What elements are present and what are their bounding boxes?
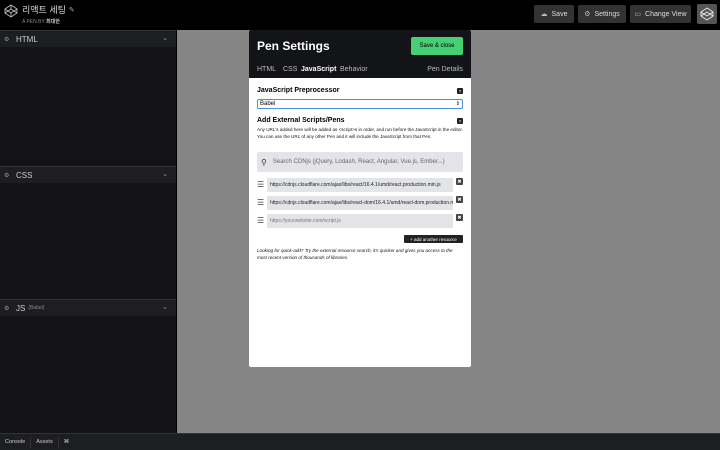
pen-title[interactable]: 리액트 세팅 — [22, 3, 66, 16]
drag-handle-icon[interactable]: ☰ — [257, 216, 264, 225]
shortcuts-button[interactable]: ⌘ — [57, 436, 75, 448]
resource-row: ☰ https://yourwebsite.com/script.js ✖ — [257, 214, 463, 228]
assets-button[interactable]: Assets — [30, 436, 58, 448]
gear-icon[interactable]: ⚙ — [4, 305, 12, 312]
html-panel-label: HTML — [16, 34, 38, 44]
html-editor-panel: ⚙ HTML ⌄ — [0, 30, 176, 167]
editor-column: ⚙ HTML ⌄ ⚙ CSS ⌄ ⚙ JS (Babel) ⌄ — [0, 30, 176, 434]
save-button-label: Save — [551, 10, 568, 18]
css-editor-panel: ⚙ CSS ⌄ — [0, 166, 176, 300]
css-code-area[interactable] — [0, 183, 176, 300]
modal-title: Pen Settings — [257, 39, 330, 53]
drag-handle-icon[interactable]: ☰ — [257, 180, 264, 189]
search-input[interactable]: Search CDNjs (jQuery, Lodash, React, Ang… — [273, 159, 445, 165]
gear-icon: ⚙ — [584, 11, 591, 18]
external-scripts-title: Add External Scripts/Pens — [257, 117, 345, 124]
js-preprocessor-label: (Babel) — [28, 305, 45, 311]
resource-url-input[interactable]: https://yourwebsite.com/script.js — [267, 214, 453, 228]
tab-behavior[interactable]: Behavior — [340, 66, 368, 73]
top-header: 리액트 세팅 ✎ A PEN BY 최대한 ☁ Save ⚙ Settings … — [0, 0, 720, 30]
chevron-down-icon[interactable]: ⌄ — [162, 170, 168, 178]
js-panel-label: JS — [16, 303, 26, 313]
help-icon[interactable]: ? — [457, 88, 463, 94]
resource-row: ☰ https://cdnjs.cloudflare.com/ajax/libs… — [257, 178, 463, 192]
gear-icon[interactable]: ⚙ — [4, 36, 12, 43]
change-view-button[interactable]: ▭ Change View — [630, 5, 691, 23]
footer-bar: Console Assets ⌘ — [0, 433, 720, 450]
remove-resource-button[interactable]: ✖ — [456, 178, 463, 185]
codepen-logo-icon[interactable] — [4, 4, 18, 18]
remove-resource-button[interactable]: ✖ — [456, 214, 463, 221]
remove-resource-button[interactable]: ✖ — [456, 196, 463, 203]
tab-css[interactable]: CSS — [283, 66, 297, 73]
add-resource-button[interactable]: + add another resource — [404, 235, 463, 243]
chevron-down-icon[interactable]: ⌄ — [162, 34, 168, 42]
html-panel-header: ⚙ HTML ⌄ — [0, 31, 176, 47]
pen-settings-modal: Pen Settings Save & close HTML CSS JavaS… — [249, 30, 471, 367]
chevron-down-icon[interactable]: ⌄ — [162, 303, 168, 311]
modal-header: Pen Settings Save & close HTML CSS JavaS… — [249, 30, 471, 78]
preprocessor-title: JavaScript Preprocessor — [257, 87, 340, 94]
drag-handle-icon[interactable]: ☰ — [257, 198, 264, 207]
css-panel-label: CSS — [16, 170, 33, 180]
resource-url-input[interactable]: https://cdnjs.cloudflare.com/ajax/libs/r… — [267, 196, 453, 210]
pen-title-area: 리액트 세팅 ✎ A PEN BY 최대한 — [22, 3, 75, 25]
gear-icon[interactable]: ⚙ — [4, 172, 12, 179]
js-editor-panel: ⚙ JS (Babel) ⌄ — [0, 299, 176, 434]
settings-button-label: Settings — [594, 10, 620, 18]
tab-html[interactable]: HTML — [257, 66, 276, 73]
resource-url-input[interactable]: https://cdnjs.cloudflare.com/ajax/libs/r… — [267, 178, 453, 192]
preprocessor-select[interactable]: Babel ⇕ — [257, 99, 463, 109]
quick-add-tip: Looking for quick-add? Try the external … — [257, 248, 453, 260]
console-button[interactable]: Console — [0, 437, 30, 448]
save-close-button[interactable]: Save & close — [411, 37, 463, 55]
select-arrows-icon: ⇕ — [455, 101, 460, 107]
css-panel-header: ⚙ CSS ⌄ — [0, 167, 176, 183]
cdnjs-search-box[interactable]: ⚲ Search CDNjs (jQuery, Lodash, React, A… — [257, 152, 463, 172]
tab-javascript[interactable]: JavaScript — [301, 66, 336, 73]
avatar[interactable] — [697, 4, 717, 24]
tab-pen-details[interactable]: Pen Details — [427, 66, 463, 73]
external-scripts-description: Any URL's added here will be added as <s… — [257, 127, 463, 139]
js-panel-header: ⚙ JS (Babel) ⌄ — [0, 300, 176, 316]
pencil-icon[interactable]: ✎ — [69, 6, 75, 14]
preprocessor-value: Babel — [260, 101, 276, 107]
settings-button[interactable]: ⚙ Settings — [578, 5, 626, 23]
author-name[interactable]: 최대한 — [46, 19, 60, 25]
pen-byline: A PEN BY — [22, 19, 45, 25]
resource-row: ☰ https://cdnjs.cloudflare.com/ajax/libs… — [257, 196, 463, 210]
help-icon[interactable]: ? — [457, 118, 463, 124]
change-view-button-label: Change View — [645, 10, 687, 18]
cloud-icon: ☁ — [540, 11, 548, 18]
html-code-area[interactable] — [0, 47, 176, 167]
layout-icon: ▭ — [634, 11, 642, 18]
search-icon: ⚲ — [261, 157, 267, 167]
save-button[interactable]: ☁ Save — [534, 5, 574, 23]
js-code-area[interactable] — [0, 316, 176, 434]
